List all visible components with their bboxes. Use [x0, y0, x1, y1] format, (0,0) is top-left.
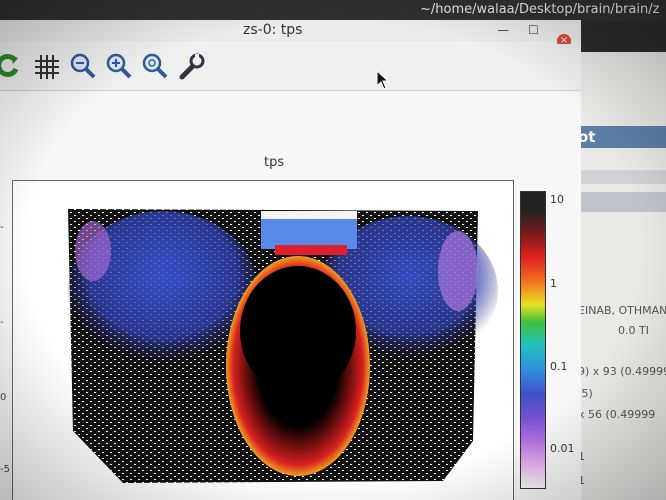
colorbar-label-0-01: 0.01 [550, 442, 575, 455]
plot-area: tps - - 0 -5 10 1 0.1 0.01 [0, 92, 581, 500]
colorbar-label-1: 1 [550, 277, 557, 290]
minimize-button[interactable]: — [497, 23, 509, 37]
bg-text-time: 0.0 TI [618, 324, 649, 337]
plot-window: zs-0: tps — ☐ × tps - - 0 -5 10 1 0.1 0.… [0, 20, 581, 500]
mouse-cursor-icon [376, 69, 390, 94]
background-window[interactable]: ot EINAB, OTHMAN 0.0 TI 9) x 93 (0.49999… [578, 52, 666, 500]
plot-toolbar [0, 44, 581, 91]
zoom-out-icon[interactable] [68, 49, 98, 83]
y-tick-label: - [0, 317, 4, 328]
colorbar [520, 191, 546, 489]
terminal-path-text: ~/home/walaa/Desktop/brain/brain/z [420, 2, 660, 17]
plot-title: tps [264, 155, 285, 170]
background-window-bar-2 [578, 192, 666, 212]
background-window-bar [578, 170, 666, 184]
wrench-icon[interactable] [176, 49, 206, 83]
y-tick-label: - [0, 222, 4, 233]
background-window-header: ot [578, 126, 666, 148]
bg-text-dim-1: 9) x 93 (0.49999 [578, 365, 666, 378]
maximize-button[interactable]: ☐ [528, 23, 539, 37]
zoom-in-icon[interactable] [104, 49, 134, 83]
desktop-top-bar: ~/home/walaa/Desktop/brain/brain/z [0, 0, 666, 22]
refresh-icon[interactable] [0, 49, 24, 83]
colorbar-label-0-1: 0.1 [550, 360, 568, 373]
heatmap-image [68, 209, 498, 483]
zoom-reset-icon[interactable] [140, 49, 170, 83]
plot-frame[interactable] [12, 180, 514, 500]
bg-text-name: EINAB, OTHMAN [578, 304, 666, 317]
bg-text-dim-3: x 56 (0.49999 [578, 408, 656, 421]
grid-icon[interactable] [32, 49, 62, 83]
colorbar-label-10: 10 [550, 193, 564, 206]
window-titlebar[interactable]: zs-0: tps — ☐ × [0, 20, 581, 48]
window-title: zs-0: tps [243, 22, 303, 38]
y-tick-label: 0 [0, 392, 7, 403]
y-tick-label: -5 [0, 464, 10, 475]
